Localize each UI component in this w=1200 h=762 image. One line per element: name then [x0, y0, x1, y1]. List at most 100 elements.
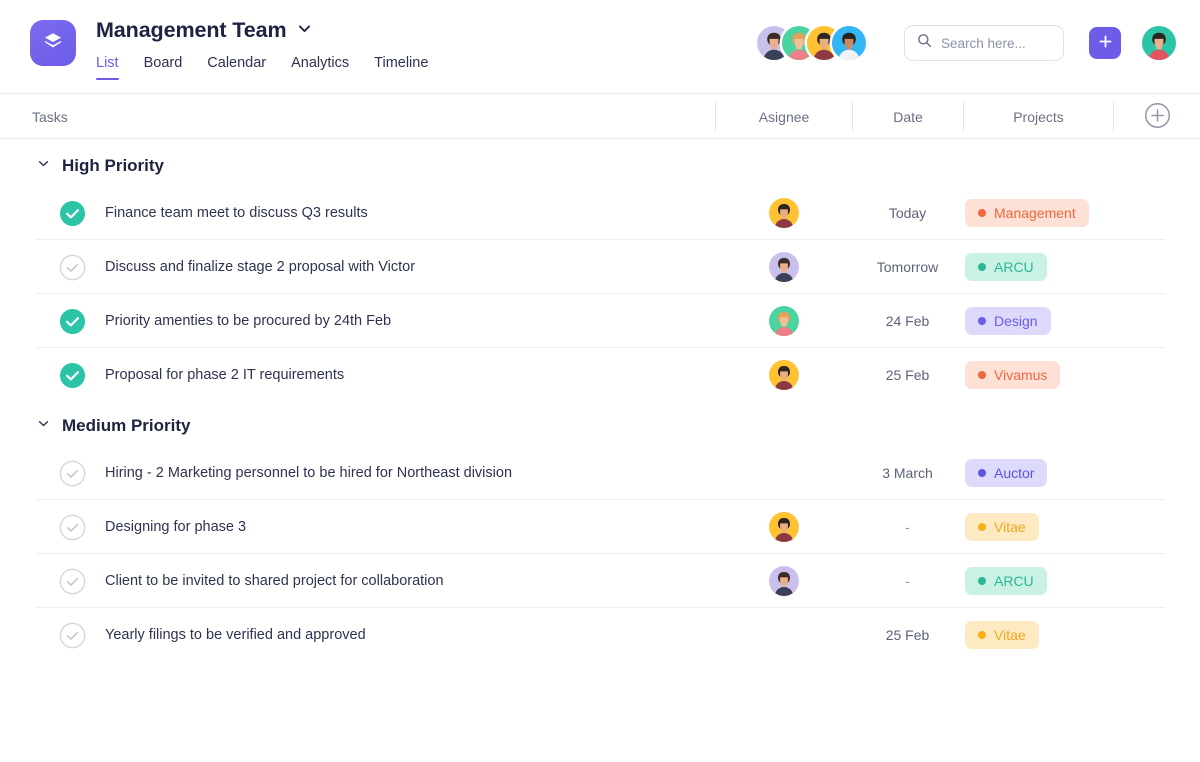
- assignee-avatar[interactable]: [769, 306, 799, 336]
- task-title: Discuss and finalize stage 2 proposal wi…: [105, 259, 415, 275]
- tab-analytics[interactable]: Analytics: [291, 55, 349, 80]
- group-title: Medium Priority: [62, 416, 190, 436]
- task-date[interactable]: 3 March: [852, 465, 963, 481]
- task-row[interactable]: Designing for phase 3-Vitae: [0, 500, 1200, 554]
- project-tag[interactable]: ARCU: [965, 253, 1047, 281]
- tab-calendar[interactable]: Calendar: [207, 55, 266, 80]
- task-date[interactable]: -: [852, 573, 963, 589]
- task-date[interactable]: 25 Feb: [852, 627, 963, 643]
- project-tag[interactable]: Vivamus: [965, 361, 1060, 389]
- assignee-avatar[interactable]: [769, 566, 799, 596]
- search-input[interactable]: [941, 36, 1051, 51]
- column-header: Tasks Asignee Date Projects: [0, 94, 1200, 139]
- task-project-cell[interactable]: ARCU: [963, 567, 1113, 595]
- assignee-avatar[interactable]: [769, 512, 799, 542]
- task-row[interactable]: Priority amenties to be procured by 24th…: [0, 294, 1200, 348]
- group-title: High Priority: [62, 156, 164, 176]
- task-row-meta: 25 FebVivamus: [715, 360, 1200, 390]
- tag-label: Design: [994, 313, 1038, 329]
- task-project-cell[interactable]: Auctor: [963, 459, 1113, 487]
- chevron-down-icon[interactable]: [296, 20, 313, 42]
- project-tag[interactable]: ARCU: [965, 567, 1047, 595]
- member-avatar-group[interactable]: [757, 26, 866, 60]
- tab-list[interactable]: List: [96, 55, 119, 80]
- column-projects-label[interactable]: Projects: [963, 101, 1113, 132]
- assignee-avatar[interactable]: [769, 198, 799, 228]
- task-project-cell[interactable]: Management: [963, 199, 1113, 227]
- task-row-meta: -ARCU: [715, 566, 1200, 596]
- task-row[interactable]: Yearly filings to be verified and approv…: [0, 608, 1200, 662]
- task-date[interactable]: 24 Feb: [852, 313, 963, 329]
- task-project-cell[interactable]: Vitae: [963, 621, 1113, 649]
- circle-plus-icon: [1144, 102, 1171, 132]
- task-checkbox-checked[interactable]: [59, 200, 86, 227]
- task-list: High Priority Finance team meet to discus…: [0, 139, 1200, 662]
- task-assignee-cell[interactable]: [715, 360, 852, 390]
- task-checkbox-unchecked[interactable]: [59, 460, 86, 487]
- task-row[interactable]: Proposal for phase 2 IT requirements25 F…: [0, 348, 1200, 402]
- task-project-cell[interactable]: Design: [963, 307, 1113, 335]
- app-logo[interactable]: [30, 20, 76, 66]
- tag-dot-icon: [978, 371, 986, 379]
- task-assignee-cell[interactable]: [715, 252, 852, 282]
- task-checkbox-unchecked[interactable]: [59, 254, 86, 281]
- task-checkbox-checked[interactable]: [59, 308, 86, 335]
- task-checkbox-unchecked[interactable]: [59, 568, 86, 595]
- group-header-medium-priority[interactable]: Medium Priority: [0, 402, 1200, 446]
- assignee-avatar[interactable]: [769, 360, 799, 390]
- assignee-avatar[interactable]: [769, 252, 799, 282]
- tag-dot-icon: [978, 577, 986, 585]
- task-title: Yearly filings to be verified and approv…: [105, 627, 366, 643]
- project-tag[interactable]: Vitae: [965, 513, 1039, 541]
- plus-icon: [1098, 34, 1113, 52]
- tag-dot-icon: [978, 523, 986, 531]
- search-box[interactable]: [904, 25, 1064, 61]
- project-tag[interactable]: Auctor: [965, 459, 1047, 487]
- task-assignee-cell[interactable]: [715, 566, 852, 596]
- top-bar: Management Team List Board Calendar Anal…: [0, 0, 1200, 94]
- task-row[interactable]: Client to be invited to shared project f…: [0, 554, 1200, 608]
- project-tag[interactable]: Vitae: [965, 621, 1039, 649]
- group-header-high-priority[interactable]: High Priority: [0, 142, 1200, 186]
- task-checkbox-unchecked[interactable]: [59, 514, 86, 541]
- brand-block: Management Team List Board Calendar Anal…: [96, 16, 428, 80]
- task-project-cell[interactable]: Vitae: [963, 513, 1113, 541]
- task-project-cell[interactable]: ARCU: [963, 253, 1113, 281]
- task-project-cell[interactable]: Vivamus: [963, 361, 1113, 389]
- task-date[interactable]: 25 Feb: [852, 367, 963, 383]
- task-assignee-cell[interactable]: [715, 306, 852, 336]
- search-icon: [917, 33, 932, 53]
- add-column-button[interactable]: [1113, 101, 1200, 132]
- project-tag[interactable]: Design: [965, 307, 1051, 335]
- column-date-label[interactable]: Date: [852, 101, 963, 132]
- tab-board[interactable]: Board: [144, 55, 183, 80]
- task-row-meta: TodayManagement: [715, 198, 1200, 228]
- tab-timeline[interactable]: Timeline: [374, 55, 428, 80]
- tag-label: Auctor: [994, 465, 1034, 481]
- member-avatar-4[interactable]: [832, 26, 866, 60]
- task-date[interactable]: Tomorrow: [852, 259, 963, 275]
- task-row-meta: - Vitae: [715, 512, 1200, 542]
- task-assignee-cell[interactable]: [715, 512, 852, 542]
- task-date[interactable]: Today: [852, 205, 963, 221]
- task-row[interactable]: Hiring - 2 Marketing personnel to be hir…: [0, 446, 1200, 500]
- profile-avatar[interactable]: [1142, 26, 1176, 60]
- chevron-down-icon[interactable]: [36, 416, 51, 436]
- task-assignee-cell[interactable]: [715, 198, 852, 228]
- chevron-down-icon[interactable]: [36, 156, 51, 176]
- add-button[interactable]: [1089, 27, 1121, 59]
- task-checkbox-checked[interactable]: [59, 362, 86, 389]
- task-title: Finance team meet to discuss Q3 results: [105, 205, 368, 221]
- task-row[interactable]: Discuss and finalize stage 2 proposal wi…: [0, 240, 1200, 294]
- task-checkbox-unchecked[interactable]: [59, 622, 86, 649]
- tag-dot-icon: [978, 263, 986, 271]
- column-assignee-label[interactable]: Asignee: [715, 101, 852, 132]
- tag-dot-icon: [978, 317, 986, 325]
- tag-label: Vitae: [994, 519, 1026, 535]
- tag-dot-icon: [978, 469, 986, 477]
- app-root: Management Team List Board Calendar Anal…: [0, 0, 1200, 762]
- task-row-meta: TomorrowARCU: [715, 252, 1200, 282]
- task-date[interactable]: -: [852, 519, 963, 535]
- project-tag[interactable]: Management: [965, 199, 1089, 227]
- task-row[interactable]: Finance team meet to discuss Q3 results T…: [0, 186, 1200, 240]
